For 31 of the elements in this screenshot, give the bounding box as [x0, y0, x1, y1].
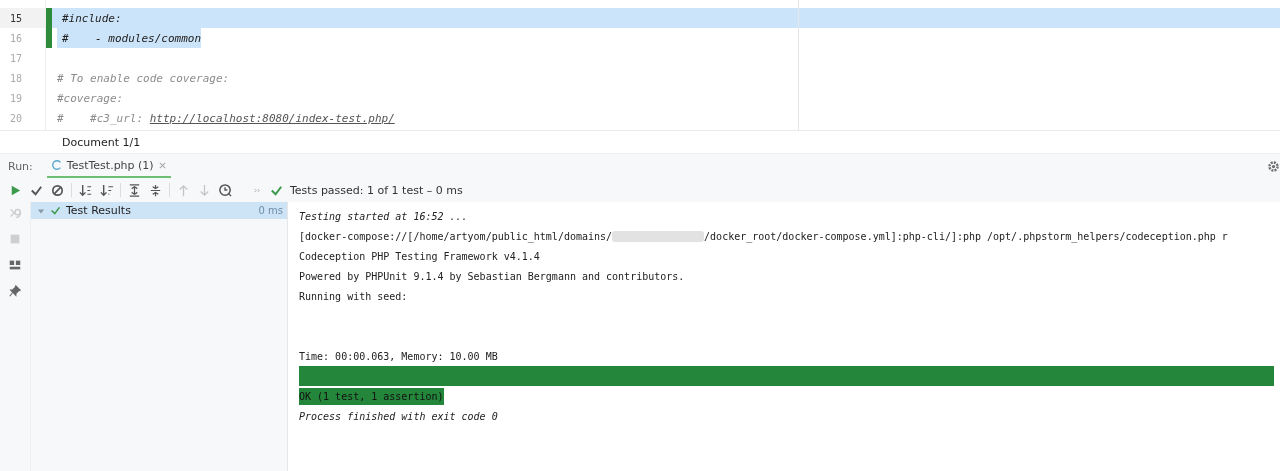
settings-icon[interactable]	[1267, 159, 1280, 173]
tree-item[interactable]: Test Results 0 ms	[31, 202, 287, 219]
run-label: Run:	[7, 159, 33, 173]
code-text: # - modules/common	[62, 30, 202, 47]
expand-all-icon[interactable]	[127, 182, 142, 198]
code-text: # #c3_url:	[57, 111, 145, 125]
code-link[interactable]: http://localhost:8080/index-test.php/	[149, 111, 395, 125]
history-icon[interactable]	[218, 182, 233, 198]
code-text: #include:	[62, 10, 122, 27]
change-marker[interactable]	[45, 28, 52, 48]
test-duration: 0 ms	[258, 205, 284, 216]
collapse-all-icon[interactable]	[148, 182, 163, 198]
line-number: 15	[0, 8, 45, 28]
sort-duration-icon[interactable]	[99, 182, 114, 198]
sort-icon[interactable]	[78, 182, 93, 198]
layout-icon[interactable]	[8, 258, 22, 272]
console-line: [docker-compose://[/home/artyom/public_html/domains/	[299, 230, 613, 242]
change-marker[interactable]	[45, 8, 52, 28]
test-status: Tests passed: 1 of 1 test – 0 ms	[290, 183, 463, 197]
console-line: Process finished with exit code 0	[299, 410, 498, 422]
console-line: Codeception PHP Testing Framework v4.1.4	[299, 250, 540, 262]
breadcrumb[interactable]: Document 1/1	[62, 135, 141, 149]
console-line: Testing started at 16:52 ...	[299, 210, 468, 222]
console-line: Running with seed:	[299, 290, 408, 302]
console-line: Time: 00:00.063, Memory: 10.00 MB	[299, 350, 498, 362]
pin-icon[interactable]	[8, 284, 22, 298]
code-text: # To enable code coverage:	[57, 71, 230, 85]
console-line: /docker_root/docker-compose.yml]:php-cli/]:php /opt/.phpstorm_helpers/codeception.php r	[704, 230, 1228, 242]
cancel-icon[interactable]	[50, 182, 65, 198]
console-line: Powered by PHPUnit 9.1.4 by Sebastian Bergmann and contributors.	[299, 270, 685, 282]
code-text: #coverage:	[57, 91, 124, 105]
